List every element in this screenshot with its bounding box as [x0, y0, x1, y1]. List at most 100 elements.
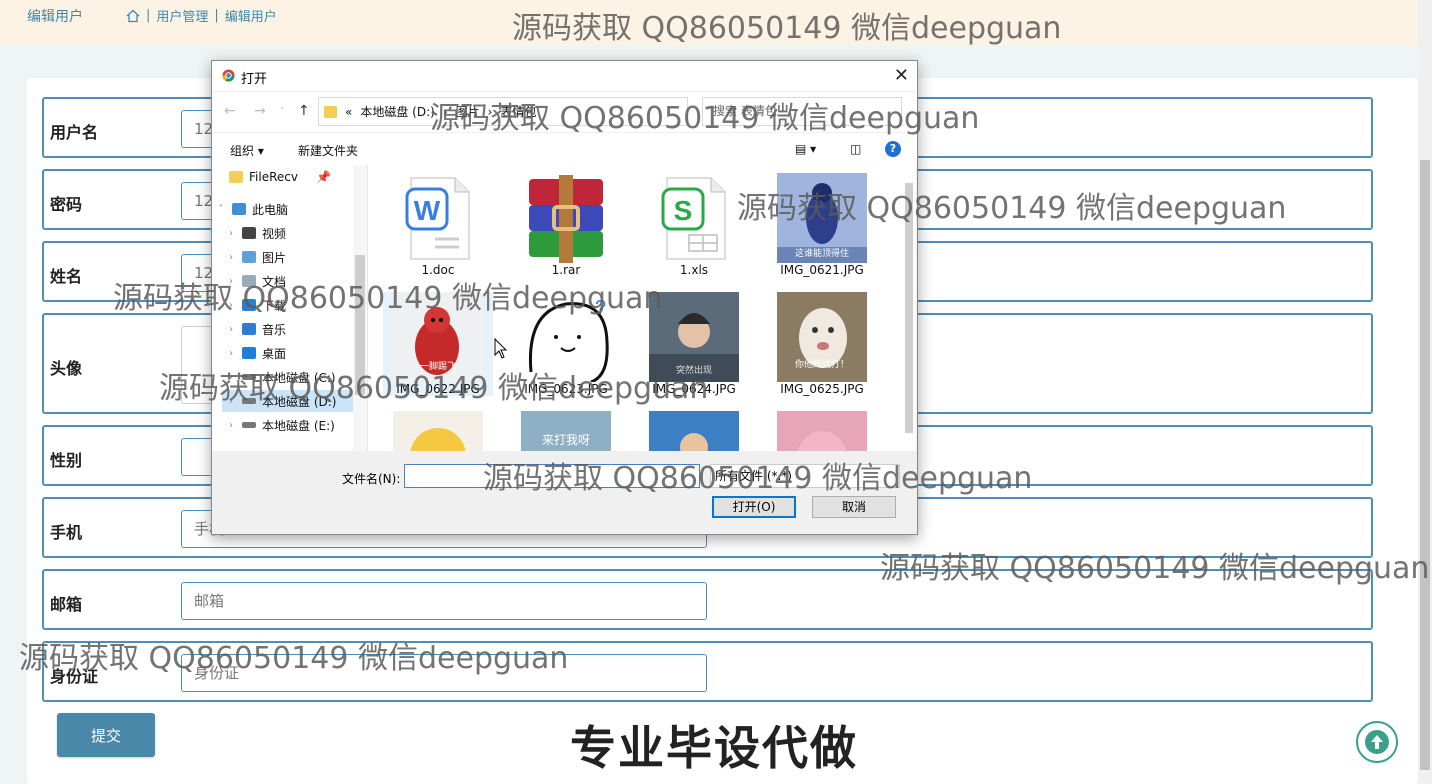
preview-pane-icon[interactable]: ◫	[850, 142, 861, 156]
file-open-dialog: 打开 ✕ ← → ˅ ↑ « 本地磁盘 (D:) › 图片 › 表情包 搜索 表…	[211, 60, 918, 535]
navigation-pane: FileRecv 📌 ˅ 此电脑 › 视频 › 图片 › 文档 › 下载 › 音…	[212, 165, 368, 451]
sidebar-item-downloads[interactable]: › 下载	[222, 294, 362, 316]
documents-icon	[242, 275, 256, 287]
username-label: 用户名	[50, 123, 99, 142]
drive-icon	[242, 374, 256, 380]
home-icon[interactable]	[126, 9, 140, 23]
file-item[interactable]	[383, 411, 493, 451]
sidebar-item-desktop[interactable]: › 桌面	[222, 342, 362, 364]
up-folder-icon[interactable]: ↑	[298, 103, 310, 119]
chevron-right-icon[interactable]: ›	[222, 276, 240, 287]
new-folder-button[interactable]: 新建文件夹	[298, 142, 358, 159]
image-thumbnail	[649, 411, 739, 451]
email-label: 邮箱	[50, 595, 83, 614]
sidebar-item-this-pc[interactable]: ˅ 此电脑	[212, 198, 352, 220]
download-icon	[242, 299, 256, 311]
sidebar-item-music[interactable]: › 音乐	[222, 318, 362, 340]
folder-icon	[324, 105, 337, 118]
file-item[interactable]: 一脚踢飞 IMG_0622.JPG	[383, 292, 493, 396]
file-item[interactable]: ? IMG_0623.JPG	[511, 292, 621, 396]
file-item[interactable]: 突然出现 IMG_0624.JPG	[639, 292, 749, 396]
file-list: W 1.doc 1.rar S 1.xls 这谁能顶得住 IMG_0621.JP…	[368, 165, 902, 451]
help-icon[interactable]: ?	[885, 141, 901, 157]
dialog-title: 打开	[241, 72, 268, 87]
breadcrumb: | 用户管理 | 编辑用户	[126, 6, 277, 25]
idcard-label: 身份证	[50, 667, 99, 686]
svg-text:W: W	[414, 195, 441, 226]
sidebar-item-videos[interactable]: › 视频	[222, 222, 362, 244]
spreadsheet-icon: S	[661, 177, 726, 260]
back-icon[interactable]: ←	[224, 103, 236, 119]
dialog-titlebar: 打开 ✕	[212, 61, 917, 91]
close-icon[interactable]: ✕	[894, 65, 909, 86]
chevron-down-icon[interactable]: ˅	[212, 204, 230, 215]
file-item[interactable]: 来打我呀	[511, 411, 621, 451]
file-item[interactable]: 这谁能顶得住 IMG_0621.JPG	[767, 173, 877, 277]
address-bar[interactable]: « 本地磁盘 (D:) › 图片 › 表情包	[318, 97, 688, 126]
chevron-right-icon[interactable]: ›	[222, 420, 240, 431]
idcard-row: 身份证 身份证	[42, 641, 1373, 702]
view-options-icon[interactable]: ▤ ▾	[795, 142, 816, 156]
image-thumbnail: 你他妈找打！	[777, 292, 867, 382]
image-thumbnail: ?	[521, 292, 611, 384]
dialog-toolbar: 组织 ▾ 新建文件夹 ▤ ▾ ◫ ?	[212, 133, 917, 166]
sidebar-item-drive-e[interactable]: › 本地磁盘 (E:)	[222, 414, 362, 436]
dialog-footer: 文件名(N): 所有文件 (*.*) 打开(O) 取消	[212, 451, 917, 534]
chevron-right-icon[interactable]: ›	[222, 372, 240, 383]
file-item[interactable]	[767, 411, 877, 451]
breadcrumb-user-management[interactable]: 用户管理	[156, 6, 208, 25]
image-thumbnail: 一脚踢飞	[393, 292, 483, 382]
top-bar: 编辑用户 | 用户管理 | 编辑用户	[0, 0, 1432, 45]
computer-icon	[232, 203, 246, 215]
image-thumbnail: 突然出现	[649, 292, 739, 382]
sidebar-item-pictures[interactable]: › 图片	[222, 246, 362, 268]
image-thumbnail	[393, 411, 483, 451]
svg-text:S: S	[674, 195, 693, 226]
search-input[interactable]: 搜索 表情包	[702, 97, 902, 126]
file-name: IMG_0624.JPG	[652, 382, 736, 396]
chevron-right-icon[interactable]: ›	[222, 300, 240, 311]
sidebar-item-drive-c[interactable]: › 本地磁盘 (C:)	[222, 366, 362, 388]
pin-icon: 📌	[315, 170, 331, 184]
phone-label: 手机	[50, 523, 83, 542]
chevron-right-icon[interactable]: ›	[222, 348, 240, 359]
file-item[interactable]	[639, 411, 749, 451]
forward-icon[interactable]: →	[254, 103, 266, 119]
chevron-right-icon[interactable]: ›	[222, 324, 240, 335]
gender-label: 性别	[50, 451, 83, 470]
page-scrollbar[interactable]	[1418, 0, 1432, 784]
overlay-banner-text: 专业毕设代做	[570, 721, 858, 775]
avatar-label: 头像	[50, 359, 83, 378]
chevron-right-icon[interactable]: ›	[222, 396, 240, 407]
chevron-right-icon[interactable]: ›	[222, 252, 240, 263]
submit-button[interactable]: 提交	[57, 713, 155, 757]
recent-dropdown-icon[interactable]: ˅	[280, 107, 285, 117]
winrar-archive-icon	[529, 175, 603, 263]
chevron-right-icon[interactable]: ›	[222, 228, 240, 239]
cancel-button[interactable]: 取消	[812, 496, 896, 518]
organize-menu[interactable]: 组织 ▾	[230, 142, 264, 159]
email-row: 邮箱 邮箱	[42, 569, 1373, 630]
file-item[interactable]: 1.rar	[511, 173, 621, 277]
back-to-top-button[interactable]	[1356, 721, 1398, 763]
sidebar-item-drive-d[interactable]: › 本地磁盘 (D:)	[222, 390, 353, 412]
file-list-scrollbar[interactable]	[902, 165, 916, 451]
sidebar-item-documents[interactable]: › 文档	[222, 270, 362, 292]
filetype-select[interactable]: 所有文件 (*.*)	[710, 464, 900, 488]
filename-input[interactable]	[404, 464, 700, 488]
email-input[interactable]: 邮箱	[181, 582, 707, 620]
file-item[interactable]: 你他妈找打！ IMG_0625.JPG	[767, 292, 877, 396]
dialog-nav-row: ← → ˅ ↑ « 本地磁盘 (D:) › 图片 › 表情包 搜索 表情包	[212, 92, 917, 132]
idcard-input[interactable]: 身份证	[181, 654, 707, 692]
file-item[interactable]: S 1.xls	[639, 173, 749, 277]
navigation-scrollbar[interactable]	[353, 165, 367, 451]
open-button[interactable]: 打开(O)	[712, 496, 796, 518]
sidebar-item-filerecv[interactable]: FileRecv 📌	[227, 166, 367, 188]
filename-label: 文件名(N):	[342, 472, 401, 486]
desktop-icon	[242, 347, 256, 359]
file-name: 1.doc	[421, 263, 455, 277]
name-label: 姓名	[50, 267, 83, 286]
image-thumbnail: 来打我呀	[521, 411, 611, 451]
file-item[interactable]: W 1.doc	[383, 173, 493, 277]
chrome-icon	[222, 69, 235, 82]
